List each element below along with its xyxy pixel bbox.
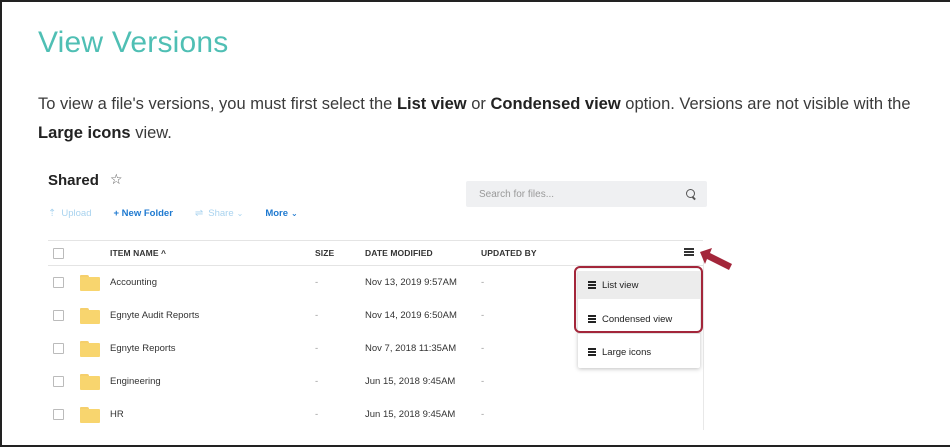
share-button[interactable]: ⇌ Share ⌄ (195, 208, 243, 219)
doc-text-1: To view a file's versions, you must firs… (38, 95, 397, 113)
folder-icon (80, 340, 100, 357)
large-icons-icon (588, 347, 596, 356)
doc-text-4: view. (130, 124, 172, 142)
item-name[interactable]: HR (110, 409, 124, 420)
item-date: Nov 7, 2018 11:35AM (365, 343, 457, 354)
menu-item-large-icons[interactable]: Large icons (578, 338, 700, 366)
item-size: - (315, 409, 319, 420)
search-input[interactable]: Search for files... (466, 181, 707, 207)
folder-title: Shared (48, 172, 99, 189)
item-size: - (315, 376, 319, 387)
item-name[interactable]: Accounting (110, 277, 157, 288)
item-updated-by: - (481, 343, 485, 354)
doc-text-2: or (466, 95, 491, 113)
item-name[interactable]: Engineering (110, 376, 161, 387)
upload-icon: ⇡ (48, 207, 57, 219)
doc-title: View Versions (38, 26, 229, 59)
header-updated-by[interactable]: UPDATED BY (481, 248, 537, 258)
item-updated-by: - (481, 409, 485, 420)
highlight-outline (574, 266, 703, 333)
folder-icon (80, 406, 100, 423)
chevron-down-icon: ⌄ (236, 208, 244, 218)
table-row[interactable]: HR - Jun 15, 2018 9:45AM - (48, 398, 703, 431)
upload-button[interactable]: ⇡ Upload (48, 208, 92, 219)
header-date-modified[interactable]: DATE MODIFIED (365, 248, 433, 258)
row-checkbox[interactable] (53, 409, 64, 420)
folder-icon (80, 373, 100, 390)
header-item-name[interactable]: ITEM NAME ^ (110, 248, 166, 258)
menu-item-label: Large icons (602, 346, 652, 358)
folder-icon (80, 307, 100, 324)
pointer-arrow-icon (700, 248, 732, 270)
doc-text-3: option. Versions are not visible with th… (620, 95, 911, 113)
star-icon[interactable]: ☆ (110, 171, 123, 188)
table-header: ITEM NAME ^ SIZE DATE MODIFIED UPDATED B… (48, 240, 703, 266)
header-size[interactable]: SIZE (315, 248, 334, 258)
row-checkbox[interactable] (53, 376, 64, 387)
item-date: Jun 15, 2018 9:45AM (365, 376, 456, 387)
row-checkbox[interactable] (53, 277, 64, 288)
item-updated-by: - (481, 310, 485, 321)
item-size: - (315, 310, 319, 321)
new-folder-button[interactable]: + New Folder (114, 208, 173, 219)
doc-bold-large-icons: Large icons (38, 124, 131, 142)
row-checkbox[interactable] (53, 310, 64, 321)
item-updated-by: - (481, 376, 485, 387)
search-placeholder: Search for files... (479, 188, 555, 200)
share-label: Share (208, 207, 234, 219)
item-name[interactable]: Egnyte Reports (110, 343, 175, 354)
item-size: - (315, 277, 319, 288)
more-button[interactable]: More ⌄ (265, 208, 297, 219)
doc-bold-list-view: List view (396, 95, 467, 113)
folder-icon (80, 274, 100, 291)
new-folder-label: + New Folder (113, 207, 173, 219)
menu-separator (578, 333, 700, 334)
select-all-checkbox[interactable] (53, 247, 64, 259)
table-row[interactable]: Engineering - Jun 15, 2018 9:45AM - (48, 365, 703, 398)
column-divider (703, 255, 704, 430)
item-updated-by: - (481, 277, 485, 288)
item-date: Nov 13, 2019 9:57AM (365, 277, 457, 288)
item-date: Nov 14, 2019 6:50AM (365, 310, 457, 321)
doc-paragraph: To view a file's versions, you must firs… (38, 90, 948, 148)
share-icon: ⇌ (194, 207, 204, 219)
row-checkbox[interactable] (53, 343, 64, 354)
view-toggle-icon[interactable] (684, 248, 694, 256)
toolbar: ⇡ Upload + New Folder ⇌ Share ⌄ More ⌄ (48, 206, 320, 220)
item-date: Jun 15, 2018 9:45AM (365, 409, 456, 420)
item-name[interactable]: Egnyte Audit Reports (110, 310, 199, 321)
app-screenshot: Shared ☆ ⇡ Upload + New Folder ⇌ Share ⌄… (38, 160, 938, 440)
search-icon[interactable] (686, 188, 697, 200)
upload-label: Upload (61, 207, 92, 219)
item-size: - (315, 343, 319, 354)
doc-bold-condensed-view: Condensed view (490, 95, 621, 113)
chevron-down-icon: ⌄ (291, 208, 298, 218)
more-label: More (265, 207, 289, 219)
